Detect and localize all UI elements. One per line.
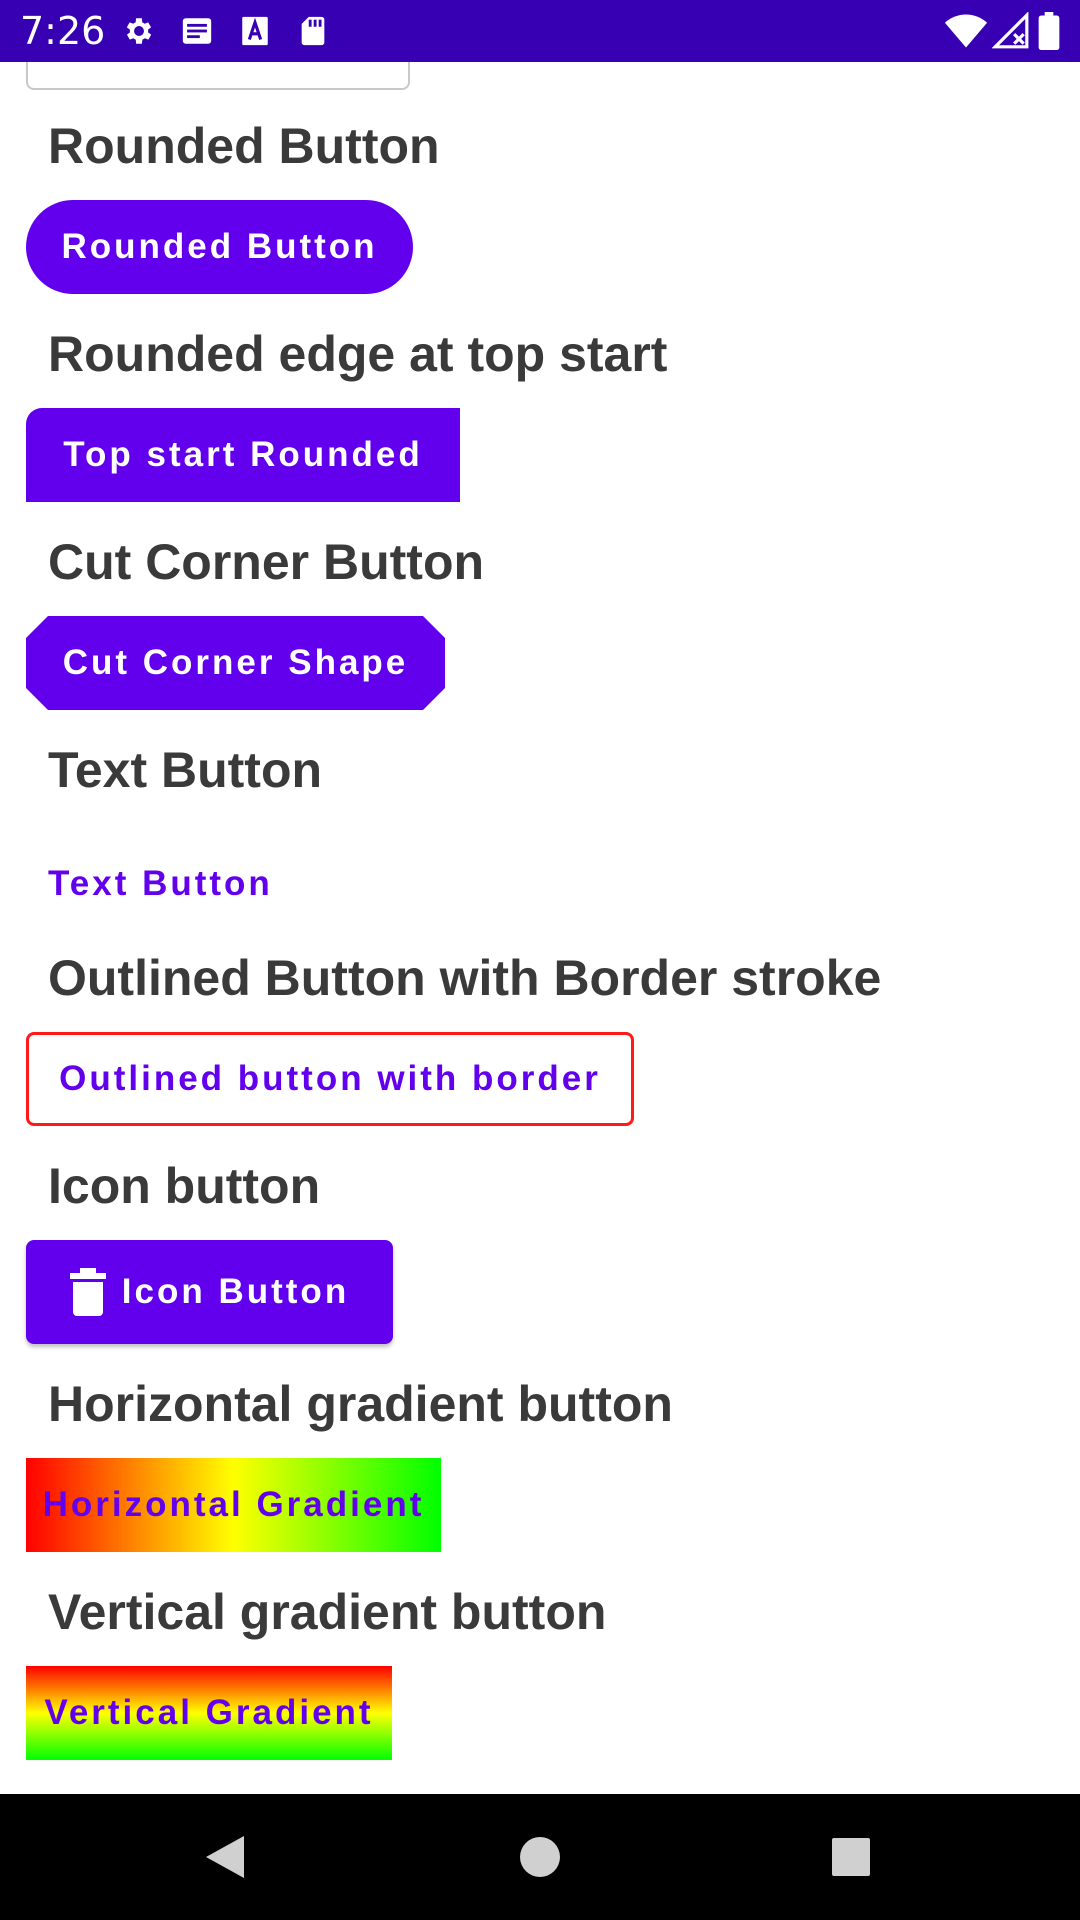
cut-corner-button[interactable]: Cut Corner Shape xyxy=(26,616,445,710)
status-bar: 7:26 xyxy=(0,0,1080,62)
recents-icon[interactable] xyxy=(830,1832,872,1882)
no-signal-icon xyxy=(992,12,1029,49)
wifi-icon xyxy=(944,14,988,48)
status-time: 7:26 xyxy=(20,9,106,53)
heading-text-button: Text Button xyxy=(48,742,323,798)
message-icon xyxy=(182,18,212,44)
navigation-bar xyxy=(0,1794,1080,1920)
gear-icon xyxy=(126,18,152,44)
rounded-button[interactable]: Rounded Button xyxy=(26,200,413,294)
outlined-button[interactable]: Outlined button with border xyxy=(26,1032,634,1126)
text-field-partial[interactable] xyxy=(26,62,410,90)
vertical-gradient-button[interactable]: Vertical Gradient xyxy=(26,1666,392,1760)
back-icon[interactable] xyxy=(200,1832,248,1882)
heading-outlined: Outlined Button with Border stroke xyxy=(48,950,882,1006)
battery-icon xyxy=(1038,12,1060,50)
heading-cut-corner: Cut Corner Button xyxy=(48,534,485,590)
icon-button-label: Icon Button xyxy=(121,1272,350,1311)
font-a-icon xyxy=(242,16,268,46)
heading-vertical-gradient: Vertical gradient button xyxy=(48,1584,607,1640)
trash-icon xyxy=(69,1268,106,1316)
sd-card-icon xyxy=(301,16,325,46)
text-button[interactable]: Text Button xyxy=(48,854,273,914)
heading-topstart: Rounded edge at top start xyxy=(48,326,668,382)
heading-horizontal-gradient: Horizontal gradient button xyxy=(48,1376,673,1432)
home-icon[interactable] xyxy=(518,1832,562,1882)
top-start-rounded-button[interactable]: Top start Rounded xyxy=(26,408,460,502)
heading-icon-button: Icon button xyxy=(48,1158,321,1214)
button-showcase[interactable]: Rounded Button Rounded Button Rounded ed… xyxy=(0,62,1080,1794)
icon-button[interactable]: Icon Button xyxy=(26,1240,393,1344)
heading-rounded: Rounded Button xyxy=(48,118,440,174)
horizontal-gradient-button[interactable]: Horizontal Gradient xyxy=(26,1458,441,1552)
